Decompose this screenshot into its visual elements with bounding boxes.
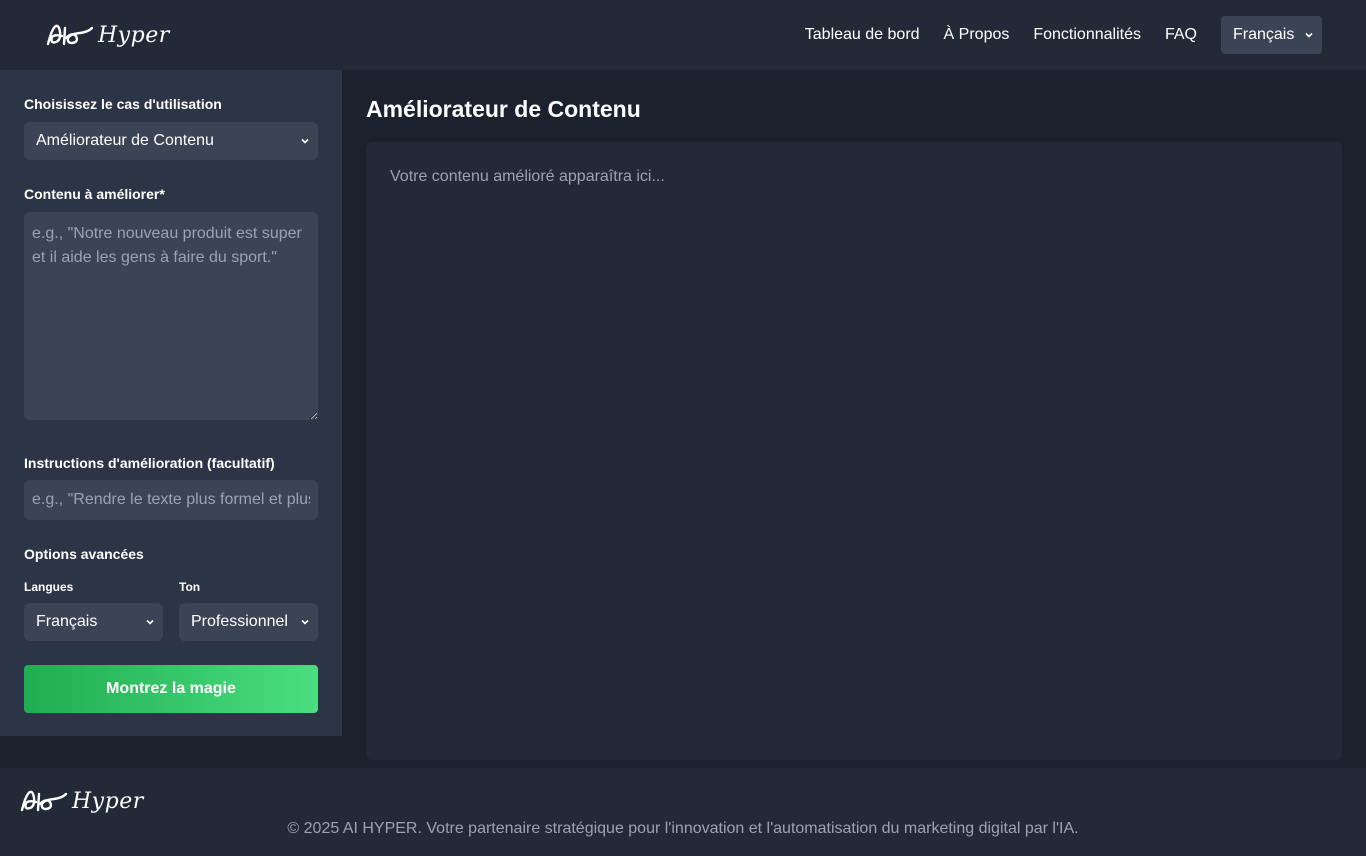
chevron-down-icon bbox=[146, 619, 154, 625]
output-panel: Votre contenu amélioré apparaîtra ici... bbox=[366, 142, 1342, 760]
footer-logo-text: Hyper bbox=[72, 788, 144, 814]
nav-link-faq[interactable]: FAQ bbox=[1165, 26, 1197, 44]
ai-logo-icon bbox=[46, 24, 94, 46]
use-case-select-value: Améliorateur de Contenu bbox=[36, 132, 214, 149]
main-nav: Tableau de bord À Propos Fonctionnalités… bbox=[805, 16, 1322, 54]
nav-link-dashboard[interactable]: Tableau de bord bbox=[805, 26, 920, 44]
page-footer: Hyper © 2025 AI HYPER. Votre partenaire … bbox=[0, 768, 1366, 856]
footer-logo[interactable]: Hyper bbox=[20, 788, 144, 814]
brand-logo[interactable]: Hyper bbox=[46, 22, 170, 48]
content-textarea[interactable] bbox=[24, 212, 318, 420]
advanced-options-row: Langues Français Ton Professionnel bbox=[24, 580, 318, 641]
instructions-input[interactable] bbox=[24, 480, 318, 520]
use-case-label: Choisissez le cas d'utilisation bbox=[24, 96, 222, 112]
language-select-value: Français bbox=[1233, 26, 1295, 43]
advanced-options-label: Options avancées bbox=[24, 546, 144, 562]
tone-select-value: Professionnel bbox=[191, 613, 288, 630]
languages-select-value: Français bbox=[36, 613, 98, 630]
chevron-down-icon bbox=[301, 138, 309, 144]
top-header: Hyper Tableau de bord À Propos Fonctionn… bbox=[0, 0, 1366, 70]
footer-copyright: © 2025 AI HYPER. Votre partenaire straté… bbox=[287, 820, 1079, 837]
nav-link-about[interactable]: À Propos bbox=[944, 26, 1010, 44]
languages-select[interactable]: Français bbox=[24, 603, 163, 641]
tone-column: Ton Professionnel bbox=[179, 580, 318, 641]
tone-label: Ton bbox=[179, 580, 201, 594]
page-title: Améliorateur de Contenu bbox=[366, 96, 641, 122]
languages-column: Langues Français bbox=[24, 580, 163, 641]
output-placeholder: Votre contenu amélioré apparaîtra ici... bbox=[390, 168, 665, 185]
tone-select[interactable]: Professionnel bbox=[179, 603, 318, 641]
languages-label: Langues bbox=[24, 580, 74, 594]
content-label: Contenu à améliorer* bbox=[24, 186, 165, 202]
use-case-select[interactable]: Améliorateur de Contenu bbox=[24, 122, 318, 160]
instructions-label: Instructions d'amélioration (facultatif) bbox=[24, 455, 275, 471]
options-sidebar: Choisissez le cas d'utilisation Améliora… bbox=[0, 70, 342, 736]
generate-button[interactable]: Montrez la magie bbox=[24, 665, 318, 713]
language-select[interactable]: Français bbox=[1221, 16, 1322, 54]
chevron-down-icon bbox=[301, 619, 309, 625]
logo-text: Hyper bbox=[98, 22, 170, 48]
ai-logo-icon bbox=[20, 790, 68, 812]
chevron-down-icon bbox=[1305, 32, 1313, 38]
nav-link-features[interactable]: Fonctionnalités bbox=[1033, 26, 1141, 44]
